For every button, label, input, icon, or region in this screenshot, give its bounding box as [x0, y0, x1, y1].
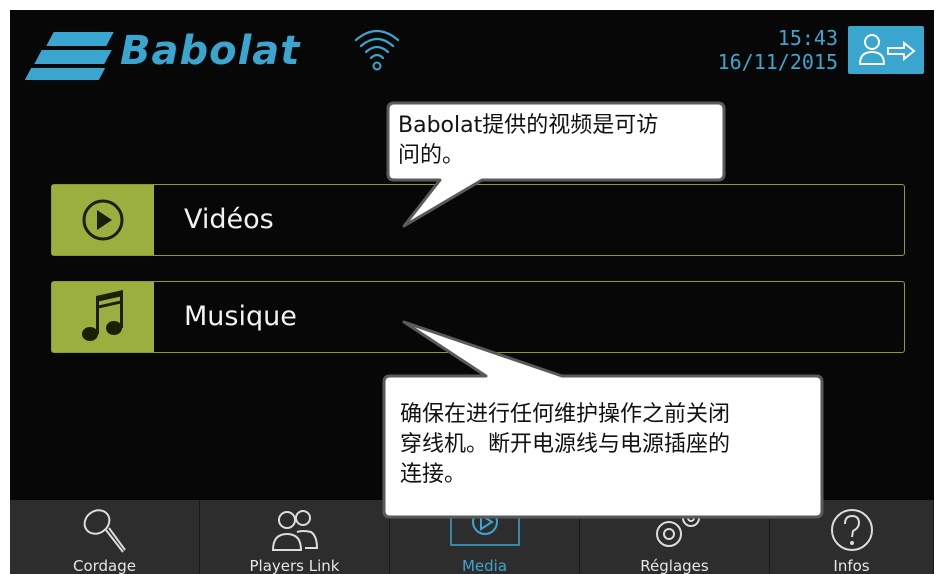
musique-label: Musique — [184, 301, 297, 332]
videos-label: Vidéos — [184, 204, 274, 235]
tab-cordage[interactable]: Cordage — [10, 500, 200, 574]
gears-icon — [655, 509, 700, 547]
callout-bottom-line-2: 穿线机。断开电源线与电源插座的 — [400, 432, 731, 457]
menu-item-musique[interactable]: Musique — [51, 281, 905, 353]
logout-button[interactable] — [848, 26, 924, 74]
tab-media[interactable]: Media — [390, 500, 580, 574]
tab-label-media: Media — [461, 557, 508, 574]
time-display: 15:43 — [777, 26, 838, 50]
music-icon-tile — [52, 282, 154, 352]
tab-label-players-link: Players Link — [249, 557, 340, 574]
menu-item-videos[interactable]: Vidéos — [51, 184, 905, 256]
callout-top-text: Babolat提供的视频是可访 问的。 — [398, 111, 658, 171]
tab-label-reglages: Réglages — [640, 557, 709, 574]
players-icon — [271, 510, 318, 551]
play-icon — [82, 199, 124, 241]
babolat-logo: Babolat — [24, 24, 314, 84]
videos-icon-tile — [52, 185, 154, 255]
callout-bottom-line-1: 确保在进行任何维护操作之前关闭 — [400, 402, 731, 427]
callout-top-line-1: Babolat提供的视频是可访 — [398, 113, 659, 138]
racket-icon — [83, 509, 126, 553]
date-display: 16/11/2015 — [717, 50, 838, 74]
callout-bottom-line-3: 连接。 — [400, 462, 467, 487]
callout-top-line-2: 问的。 — [398, 143, 465, 168]
tab-players-link[interactable]: Players Link — [200, 500, 390, 574]
question-icon — [830, 509, 873, 551]
tab-label-cordage: Cordage — [72, 557, 137, 574]
logout-icon — [858, 34, 916, 65]
bottom-tab-bar: Cordage Players Link Media Réglages Info… — [10, 500, 934, 574]
brand-wordmark: Babolat — [120, 28, 301, 74]
callout-bottom-text: 确保在进行任何维护操作之前关闭 穿线机。断开电源线与电源插座的 连接。 — [400, 400, 730, 490]
clock: 15:43 16/11/2015 — [718, 26, 838, 74]
tab-label-infos: Infos — [833, 557, 870, 574]
tab-reglages[interactable]: Réglages — [580, 500, 770, 574]
tab-infos[interactable]: Infos — [770, 500, 934, 574]
music-note-icon — [82, 290, 123, 341]
wifi-icon — [352, 24, 402, 74]
play-icon — [449, 500, 520, 546]
